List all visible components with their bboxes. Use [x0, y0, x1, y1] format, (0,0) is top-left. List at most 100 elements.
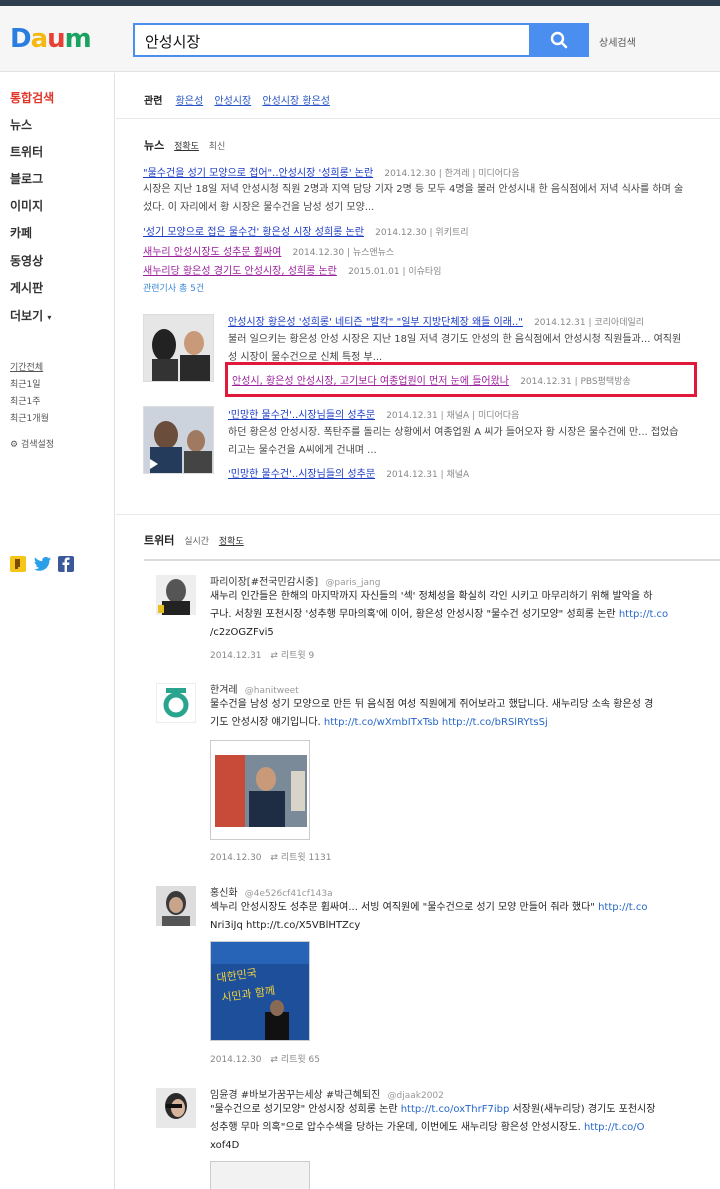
news-link-2[interactable]: '성기 모양으로 접은 물수건' 황은성 시장 성희롱 논란 — [143, 227, 364, 238]
tweet-text: 구나. 서창원 포천시장 '성추행 무마의혹'에 이어, 황은성 안성시장 "물… — [210, 606, 720, 624]
tweet-author: 임윤경 #바보가꿈꾸는세상 #박근혜퇴진 @djaak2002 — [210, 1086, 444, 1101]
avatar[interactable] — [156, 683, 196, 723]
news-item-2: '성기 모양으로 접은 물수건' 황은성 시장 성희롱 논란 2014.12.3… — [143, 223, 469, 238]
tweet-author: 홍신화 @4e526cf41cf143a — [210, 884, 333, 899]
detail-search-link[interactable]: 상세검색 — [599, 34, 636, 49]
nav-video[interactable]: 동영상 — [10, 252, 43, 269]
tweet-link[interactable]: http://t.co/O — [584, 1122, 645, 1133]
caret-down-icon: ▾ — [47, 313, 52, 322]
related-link-3[interactable]: 안성시장 황은성 — [262, 96, 330, 107]
tweet-name[interactable]: 임윤경 #바보가꿈꾸는세상 #박근혜퇴진 — [210, 1090, 380, 1101]
twitter-section-line — [144, 559, 720, 561]
nav-board[interactable]: 게시판 — [10, 279, 43, 296]
tweet-image[interactable] — [210, 740, 310, 840]
nav-news[interactable]: 뉴스 — [10, 116, 32, 133]
tweet-handle[interactable]: @hanitweet — [245, 686, 299, 696]
news-meta-7: 2014.12.31 | 채널A | 미디어다음 — [386, 411, 520, 421]
news-meta-5: 2014.12.31 | 코리아데일리 — [534, 318, 645, 328]
search-icon — [550, 31, 568, 49]
tweet-link[interactable]: /c2zOGZFvi5 — [210, 624, 720, 642]
related-link-2[interactable]: 안성시장 — [214, 96, 251, 107]
tweet-link[interactable]: http://t.co/wXmbITxTsb http://t.co/bRSlR… — [324, 717, 548, 728]
period-all[interactable]: 기간전체 — [10, 360, 43, 373]
news-desc-1a: 시장은 지난 18일 저녁 안성시청 직원 2명과 지역 담당 기자 2명 등 … — [143, 184, 684, 195]
tweet-link[interactable]: Nri3iJq http://t.co/X5VBlHTZcy — [210, 917, 720, 935]
nav-more[interactable]: 더보기 ▾ — [10, 307, 51, 324]
twitter-sort-accuracy[interactable]: 정확도 — [219, 537, 244, 547]
period-1week[interactable]: 최근1주 — [10, 394, 41, 407]
kakaostory-icon[interactable] — [10, 556, 26, 572]
twitter-sort-latest[interactable]: 실시간 — [184, 537, 209, 547]
tweet-link[interactable]: xof4D — [210, 1137, 720, 1155]
avatar[interactable] — [156, 886, 196, 926]
news-meta-8: 2014.12.31 | 채널A — [386, 470, 470, 480]
news-sort-latest[interactable]: 최신 — [209, 142, 226, 152]
twitter-icon[interactable] — [34, 556, 51, 572]
news-desc-7a: 하던 황은성 안성시장. 폭탄주를 돌리는 상황에서 여종업원 A 씨가 들어오… — [228, 427, 679, 438]
retweet-count[interactable]: 리트윗 1131 — [281, 853, 332, 863]
divider — [116, 118, 720, 119]
retweet-count[interactable]: 리트윗 65 — [281, 1055, 320, 1065]
tweet-name[interactable]: 파리이장[#전국민감시중] — [210, 577, 318, 588]
tweet-text: 새누리 인간들은 한해의 마지막까지 자신들의 '섹' 정체성을 확실히 각인 … — [210, 591, 653, 602]
news-link-3[interactable]: 새누리 안성시장도 성추문 휩싸여 — [143, 247, 281, 258]
news-desc-5a: 불러 일으키는 황은성 안성 시장은 지난 18일 저녁 경기도 안성의 한 음… — [228, 334, 682, 345]
tweet-handle[interactable]: @paris_jang — [325, 578, 380, 588]
retweet-count[interactable]: 리트윗 9 — [281, 651, 314, 661]
news-meta-2: 2014.12.30 | 위키트리 — [375, 228, 469, 238]
avatar[interactable] — [156, 575, 196, 615]
news-section-title: 뉴스 정확도 최신 — [144, 137, 225, 153]
news-link-4[interactable]: 새누리당 황은성 경기도 안성시장, 성희롱 논란 — [143, 266, 337, 277]
period-1month[interactable]: 최근1개월 — [10, 411, 49, 424]
news-thumbnail-1[interactable] — [143, 314, 214, 382]
tweet-name[interactable]: 홍신화 — [210, 888, 238, 899]
tweet-meta: 2014.12.31 ⇄ 리트윗 9 — [210, 648, 314, 661]
tweet-text: "물수건으로 성기모양" 안성시장 성희롱 논란 http://t.co/oxT… — [210, 1101, 720, 1119]
news-thumbnail-2[interactable] — [143, 406, 214, 474]
news-meta-1: 2014.12.30 | 한겨레 | 미디어다음 — [384, 169, 520, 179]
avatar[interactable] — [156, 1088, 196, 1128]
search-input[interactable]: 안성시장 — [133, 23, 531, 57]
news-link-5[interactable]: 안성시장 황은성 '성희롱' 네티즌 "발칵" "일부 지방단체장 왜들 이래.… — [228, 317, 523, 328]
daum-logo[interactable]: Daum — [10, 24, 92, 54]
tweet-text-part: 구나. 서창원 포천시장 '성추행 무마의혹'에 이어, 황은성 안성시장 "물… — [210, 609, 619, 620]
related-link-1[interactable]: 황은성 — [176, 96, 204, 107]
tweet-text-part: 성추행 무마 의혹"으로 압수수색을 당하는 가운데, 이번에도 새누리당 황은… — [210, 1122, 584, 1133]
divider — [116, 514, 720, 515]
news-link-7[interactable]: '민망한 물수건'..시장님들의 성추문 — [228, 410, 375, 421]
nav-cafe[interactable]: 카페 — [10, 224, 32, 241]
facebook-icon[interactable] — [58, 556, 74, 572]
nav-image[interactable]: 이미지 — [10, 197, 43, 214]
tweet-text-part: 서장원(새누리당) 경기도 포천시장 — [509, 1104, 656, 1115]
nav-blog[interactable]: 블로그 — [10, 170, 43, 187]
news-item-7: '민망한 물수건'..시장님들의 성추문 2014.12.31 | 채널A | … — [228, 406, 519, 421]
nav-twitter[interactable]: 트위터 — [10, 143, 43, 160]
retweet-icon: ⇄ — [270, 1055, 278, 1065]
tweet-name[interactable]: 한겨레 — [210, 685, 238, 696]
nav-integrated[interactable]: 통합검색 — [10, 89, 54, 106]
tweet-image[interactable]: 대한민국 시민과 함께 — [210, 941, 310, 1041]
header: Daum 안성시장 상세검색 — [0, 6, 720, 72]
news-desc-5b: 성 시장이 물수건으로 신체 특정 부... — [228, 352, 383, 361]
period-1day[interactable]: 최근1일 — [10, 377, 41, 390]
news-link-1[interactable]: "물수건을 성기 모양으로 접어"..안성시장 '성희롱' 논란 — [143, 168, 373, 179]
tweet-meta: 2014.12.30 ⇄ 리트윗 65 — [210, 1052, 320, 1065]
highlight-box — [225, 362, 697, 397]
tweet-link[interactable]: http://t.co — [598, 902, 647, 913]
tweet-image[interactable] — [210, 1161, 310, 1189]
tweet-link[interactable]: http://t.co/oxThrF7ibp — [401, 1104, 510, 1115]
tweet-handle[interactable]: @4e526cf41cf143a — [245, 889, 333, 899]
search-settings[interactable]: ⚙ 검색설정 — [10, 437, 54, 450]
news-sort-accuracy[interactable]: 정확도 — [174, 142, 199, 152]
search-button[interactable] — [529, 23, 589, 57]
news-more-link[interactable]: 관련기사 총 5건 — [143, 281, 204, 294]
tweet-link[interactable]: http://t.co — [619, 609, 668, 620]
tweet-handle[interactable]: @djaak2002 — [388, 1091, 444, 1101]
twitter-title: 트위터 — [144, 534, 175, 547]
tweet-date: 2014.12.30 — [210, 1055, 262, 1065]
tweet-text-part: "물수건으로 성기모양" 안성시장 성희롱 논란 — [210, 1104, 401, 1115]
tweet-date: 2014.12.30 — [210, 853, 262, 863]
news-item-4: 새누리당 황은성 경기도 안성시장, 성희롱 논란 2015.01.01 | 이… — [143, 262, 441, 277]
news-link-8[interactable]: '민망한 물수건'..시장님들의 성추문 — [228, 469, 375, 480]
tweet-text-part: 섹누리 안성시장도 성추문 휩싸여... 서빙 여직원에 "물수건으로 성기 모… — [210, 902, 599, 913]
